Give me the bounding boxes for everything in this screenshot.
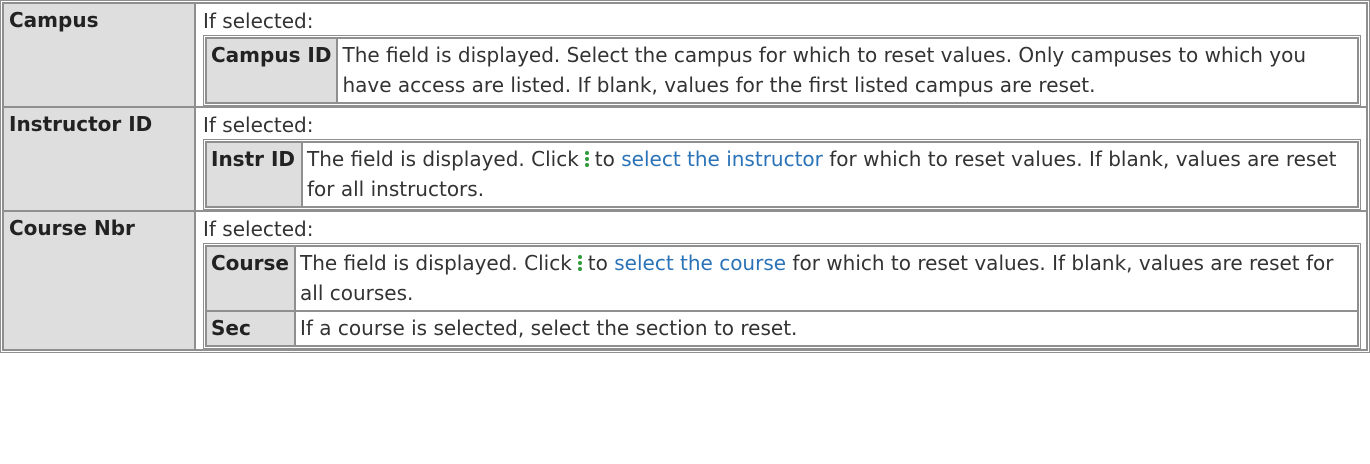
field-desc-campus-id: The field is displayed. Select the campu…	[337, 38, 1358, 103]
param-label-course-nbr: Course Nbr	[3, 211, 195, 350]
select-course-link[interactable]: select the course	[614, 251, 786, 275]
param-label-instructor-id: Instructor ID	[3, 107, 195, 211]
table-row: Campus If selected: Campus ID The field …	[3, 3, 1367, 107]
param-desc-instructor-id: If selected: Instr ID The field is displ…	[195, 107, 1367, 211]
desc-text: to	[587, 251, 608, 275]
select-instructor-link[interactable]: select the instructor	[621, 147, 823, 171]
more-vertical-icon	[584, 149, 589, 169]
condition-text: If selected:	[203, 9, 314, 33]
field-desc-instr-id: The field is displayed. Click to select t…	[302, 142, 1358, 207]
table-row: Sec If a course is selected, select the …	[206, 311, 1358, 346]
field-label-course: Course	[206, 246, 295, 311]
table-row: Course Nbr If selected: Course The field…	[3, 211, 1367, 350]
parameter-table: Campus If selected: Campus ID The field …	[0, 0, 1370, 353]
table-row: Instructor ID If selected: Instr ID The …	[3, 107, 1367, 211]
table-row: Instr ID The field is displayed. Click to…	[206, 142, 1358, 207]
desc-text: The field is displayed. Click	[307, 147, 579, 171]
sub-table-campus: Campus ID The field is displayed. Select…	[203, 35, 1361, 106]
field-label-sec: Sec	[206, 311, 295, 346]
field-desc-course: The field is displayed. Click to select t…	[295, 246, 1358, 311]
field-label-instr-id: Instr ID	[206, 142, 302, 207]
table-row: Course The field is displayed. Click to s…	[206, 246, 1358, 311]
param-desc-campus: If selected: Campus ID The field is disp…	[195, 3, 1367, 107]
param-label-campus: Campus	[3, 3, 195, 107]
field-desc-sec: If a course is selected, select the sect…	[295, 311, 1358, 346]
condition-text: If selected:	[203, 217, 314, 241]
sub-table-instructor: Instr ID The field is displayed. Click to…	[203, 139, 1361, 210]
field-label-campus-id: Campus ID	[206, 38, 338, 103]
condition-text: If selected:	[203, 113, 314, 137]
more-vertical-icon	[577, 253, 582, 273]
desc-text: to	[594, 147, 615, 171]
param-desc-course-nbr: If selected: Course The field is display…	[195, 211, 1367, 350]
table-row: Campus ID The field is displayed. Select…	[206, 38, 1358, 103]
sub-table-course: Course The field is displayed. Click to s…	[203, 243, 1361, 349]
desc-text: The field is displayed. Click	[300, 251, 572, 275]
